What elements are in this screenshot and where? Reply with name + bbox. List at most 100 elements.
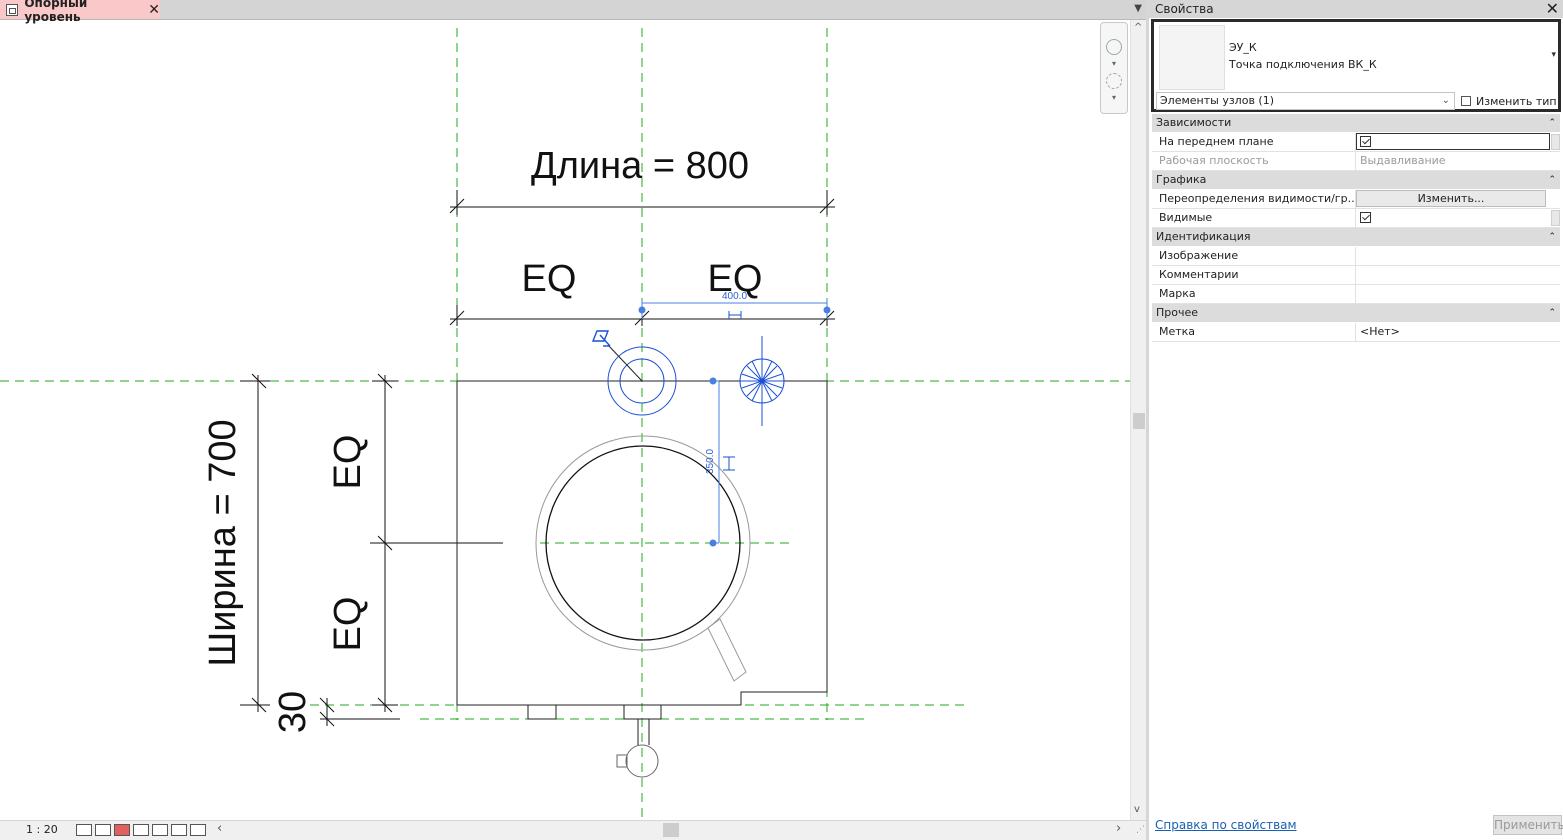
visual-style-icon[interactable] (95, 824, 111, 836)
prop-value[interactable] (1356, 285, 1560, 303)
prop-row-image[interactable]: Изображение (1152, 247, 1560, 266)
foreground-checkbox[interactable] (1360, 136, 1371, 147)
prop-row-label[interactable]: Метка <Нет> (1152, 323, 1560, 342)
zoom-region-icon[interactable] (1106, 73, 1122, 89)
prop-name: Метка (1152, 323, 1356, 341)
type-selector[interactable]: ЭУ_К Точка подключения ВК_К ▾ Элементы у… (1151, 19, 1561, 112)
prop-name: Видимые (1152, 209, 1356, 227)
scroll-up-icon[interactable]: ^ (1134, 22, 1142, 33)
prop-value[interactable] (1356, 266, 1560, 284)
steering-wheel-dropdown-icon[interactable]: ▾ (1112, 59, 1116, 68)
steering-wheel-icon[interactable] (1106, 39, 1122, 55)
vertical-scroll-thumb[interactable] (1133, 413, 1145, 429)
type-family-name: ЭУ_К (1229, 41, 1257, 54)
close-tab-icon[interactable]: ✕ (148, 2, 160, 18)
left-foot[interactable] (527, 704, 557, 720)
offset-dimension-label[interactable]: 30 (272, 691, 314, 733)
scroll-left-icon[interactable]: ‹ (217, 821, 222, 836)
drawing-view-panel[interactable]: Опорный уровень ✕ ▼ 400.0 350.0 Длина = … (0, 0, 1146, 840)
crop-view-icon[interactable] (152, 824, 168, 836)
prop-value[interactable]: <Нет> (1356, 323, 1560, 341)
type-name: Точка подключения ВК_К (1229, 58, 1377, 71)
sun-path-icon[interactable] (114, 824, 130, 836)
element-filter-select[interactable]: Элементы узлов (1) ⌄ (1156, 92, 1455, 110)
edit-overrides-button[interactable]: Изменить... (1356, 190, 1546, 207)
group-label: Идентификация (1156, 230, 1251, 243)
prop-value[interactable] (1356, 247, 1560, 265)
view-control-bar: 1 : 20 ‹ › (0, 820, 1146, 840)
horizontal-scroll-thumb[interactable] (663, 823, 679, 837)
prop-name: Переопределения видимости/гр... (1152, 190, 1356, 208)
eq-label-top-right[interactable]: EQ (708, 258, 763, 300)
properties-title: Свойства (1155, 2, 1214, 16)
collapse-icon[interactable]: ⌃ (1548, 304, 1556, 322)
group-constraints[interactable]: Зависимости ⌃ (1152, 114, 1560, 133)
temp-dimension-vertical[interactable]: 350.0 (705, 449, 716, 474)
type-dropdown-icon[interactable]: ▾ (1551, 50, 1556, 60)
view-control-icons (76, 824, 206, 836)
prop-row-overrides[interactable]: Переопределения видимости/гр... Изменить… (1152, 190, 1560, 209)
temporary-hide-icon[interactable] (190, 824, 206, 836)
prop-name: Марка (1152, 285, 1356, 303)
properties-header: Свойства ✕ (1149, 0, 1563, 18)
floor-plan-icon (6, 3, 19, 16)
eq-label-side-bottom[interactable]: EQ (327, 597, 369, 652)
vertical-scrollbar[interactable]: ^ v (1130, 20, 1146, 820)
properties-help-link[interactable]: Справка по свойствам (1155, 818, 1297, 832)
eq-label-top-left[interactable]: EQ (522, 258, 577, 300)
scroll-right-icon[interactable]: › (1116, 821, 1121, 836)
prop-name: Комментарии (1152, 266, 1356, 284)
prop-name: На переднем плане (1152, 133, 1356, 151)
prop-row-mark[interactable]: Марка (1152, 285, 1560, 304)
row-scroll-stub (1551, 210, 1560, 226)
edit-type-icon (1461, 96, 1471, 106)
type-preview-image (1159, 25, 1225, 90)
show-crop-region-icon[interactable] (171, 824, 187, 836)
prop-value: Выдавливание (1360, 154, 1446, 167)
prop-row-foreground[interactable]: На переднем плане (1152, 133, 1560, 152)
prop-row-visible[interactable]: Видимые (1152, 209, 1560, 228)
eq-label-side-top[interactable]: EQ (327, 435, 369, 490)
focused-cell-outline (1356, 133, 1550, 150)
group-label: Графика (1156, 173, 1207, 186)
collapse-icon[interactable]: ⌃ (1548, 228, 1556, 246)
group-graphics[interactable]: Графика ⌃ (1152, 171, 1560, 190)
element-filter-value: Элементы узлов (1) (1160, 94, 1275, 107)
scroll-down-icon[interactable]: v (1134, 804, 1140, 815)
properties-panel: Свойства ✕ ЭУ_К Точка подключения ВК_К ▾… (1146, 0, 1563, 840)
view-tab-reference-level[interactable]: Опорный уровень ✕ (0, 0, 160, 24)
edit-type-button[interactable]: Изменить тип (1461, 92, 1557, 110)
prop-row-comments[interactable]: Комментарии (1152, 266, 1560, 285)
view-scale[interactable]: 1 : 20 (26, 823, 58, 836)
length-dimension-label[interactable]: Длина = 800 (531, 145, 749, 187)
connector-tag-icon[interactable] (591, 330, 611, 347)
view-tab-bar: Опорный уровень ✕ ▼ (0, 0, 1146, 24)
drawing-canvas[interactable]: 400.0 350.0 Длина = 800 EQ EQ Ширина = 7… (0, 20, 1130, 820)
zoom-dropdown-icon[interactable]: ▾ (1112, 93, 1116, 102)
collapse-icon[interactable]: ⌃ (1548, 114, 1556, 132)
collapse-icon[interactable]: ⌃ (1548, 171, 1556, 189)
prop-name: Рабочая плоскость (1152, 152, 1356, 170)
prop-value[interactable]: Изменить... (1356, 190, 1560, 208)
close-properties-icon[interactable]: ✕ (1546, 0, 1559, 18)
width-dimension-label[interactable]: Ширина = 700 (202, 419, 244, 666)
chevron-down-icon: ⌄ (1441, 95, 1450, 106)
prop-value[interactable] (1356, 209, 1560, 227)
edit-type-label: Изменить тип (1476, 94, 1557, 108)
group-identity[interactable]: Идентификация ⌃ (1152, 228, 1560, 247)
detail-level-icon[interactable] (76, 824, 92, 836)
tab-menu-dropdown-icon[interactable]: ▼ (1134, 3, 1142, 14)
properties-grid: Зависимости ⌃ На переднем плане Рабочая … (1152, 114, 1560, 342)
prop-value[interactable] (1356, 133, 1560, 151)
navigation-bar[interactable]: ▾ ▾ (1100, 22, 1128, 114)
visible-checkbox[interactable] (1360, 212, 1371, 223)
group-other[interactable]: Прочее ⌃ (1152, 304, 1560, 323)
group-label: Зависимости (1156, 116, 1232, 129)
resize-grip-icon[interactable]: ⋰ (1136, 825, 1145, 835)
prop-name: Изображение (1152, 247, 1356, 265)
apply-button[interactable]: Применить (1493, 815, 1563, 835)
shadows-icon[interactable] (133, 824, 149, 836)
handle-stub[interactable] (707, 618, 747, 682)
prop-row-workplane: Рабочая плоскость Выдавливание (1152, 152, 1560, 171)
group-label: Прочее (1156, 306, 1199, 319)
